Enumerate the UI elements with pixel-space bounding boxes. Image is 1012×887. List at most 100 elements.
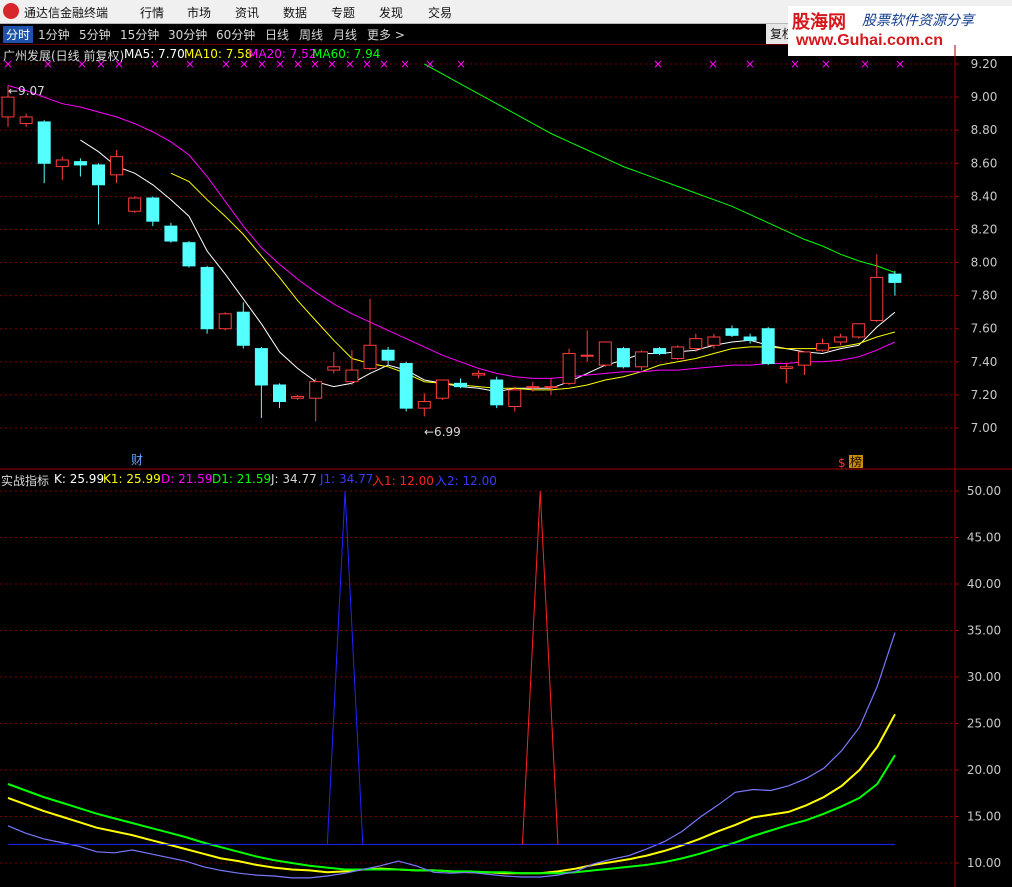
price-tick-label: 9.20 [971, 57, 998, 71]
candle-body-down [273, 384, 286, 403]
indicator-tick-label: 30.00 [967, 670, 1001, 684]
candle [761, 327, 775, 366]
candle [544, 378, 558, 395]
candle [146, 196, 160, 227]
j-label: J: 34.77 [271, 472, 317, 486]
ma10-label: MA10: 7.58 [184, 47, 253, 61]
candle [635, 350, 648, 371]
candle-body-up [345, 369, 359, 383]
indicator-tick-label: 25.00 [967, 717, 1001, 731]
candle [580, 330, 594, 362]
candle [55, 156, 69, 180]
candle [309, 378, 323, 422]
candle-body-up [128, 197, 142, 212]
candle-body-up [526, 386, 540, 389]
buy2-spike [326, 490, 364, 845]
price-tick-label: 8.00 [971, 256, 998, 270]
candle [816, 338, 829, 352]
indicator-tick-label: 45.00 [967, 531, 1001, 545]
candle [490, 376, 504, 409]
d-label: D: 21.59 [161, 472, 213, 486]
indicator-tick-label: 40.00 [967, 577, 1001, 591]
j1-label: J1: 34.77 [320, 472, 374, 486]
candle-body-down [743, 336, 757, 341]
candle [653, 346, 667, 356]
candle [508, 386, 522, 412]
price-tick-label: 8.20 [971, 222, 998, 236]
event-marker-cai: 财 [131, 453, 143, 467]
buy1-label: 入1: 12.00 [372, 474, 434, 488]
candle-body-down [454, 382, 467, 388]
candle [417, 393, 431, 417]
d1-label: D1: 21.59 [212, 472, 272, 486]
candle-body-up [218, 313, 232, 330]
candle [779, 363, 793, 384]
candle [254, 346, 268, 419]
candle-body-up [19, 116, 33, 125]
low-price-label: ←6.99 [424, 425, 461, 439]
event-marker-dollar: $ [838, 456, 846, 470]
candle-body-up [417, 401, 431, 409]
candle-body-up [580, 354, 594, 357]
candle-body-up [834, 336, 848, 343]
candle [218, 312, 232, 331]
price-tick-label: 7.80 [971, 289, 998, 303]
marker-x-icon: × [425, 57, 435, 71]
candle-body-up [508, 389, 522, 407]
price-tick-label: 8.40 [971, 189, 998, 203]
marker-x-icon: × [653, 57, 663, 71]
candle [852, 323, 866, 339]
candle-body-up [779, 366, 793, 369]
price-tick-label: 9.00 [971, 90, 998, 104]
candle-body-up [544, 386, 558, 389]
candle-body-up [291, 396, 305, 399]
price-tick-label: 8.60 [971, 156, 998, 170]
candle [110, 150, 124, 184]
ma-line-ma10 [170, 172, 896, 391]
candle [92, 163, 105, 225]
ma-line-ma60 [424, 63, 896, 273]
buy2-label: 入2: 12.00 [435, 474, 497, 488]
candle-body-up [435, 379, 449, 399]
marker-x-icon: × [895, 57, 905, 71]
candle-body-down [399, 362, 413, 409]
price-tick-label: 7.40 [971, 355, 998, 369]
candle-body-down [182, 242, 196, 267]
candle [345, 350, 359, 385]
candle-body-down [725, 328, 739, 336]
candle-body-down [254, 348, 268, 386]
candle [454, 378, 467, 389]
candle-body-down [490, 379, 504, 406]
candle [743, 333, 757, 344]
candle-body-up [110, 156, 124, 176]
candle-body-down [146, 197, 160, 222]
indicator-line-k [7, 713, 896, 875]
indicator-line-d [7, 754, 896, 875]
marker-x-icon: × [379, 57, 389, 71]
candle [381, 346, 395, 366]
candle-body-up [363, 344, 377, 369]
candle [472, 370, 486, 379]
ma60-label: MA60: 7.94 [312, 47, 381, 61]
candle [273, 383, 286, 409]
indicator-tick-label: 15.00 [967, 810, 1001, 824]
candle [363, 298, 377, 371]
price-tick-label: 7.60 [971, 322, 998, 336]
candle-body-up [635, 351, 648, 368]
ma20-label: MA20: 7.52 [248, 47, 317, 61]
candle [291, 394, 305, 400]
candle [598, 341, 612, 367]
candle [128, 196, 142, 213]
candle-body-up [309, 381, 323, 399]
candle [725, 325, 739, 337]
indicator-title: 实战指标 [1, 474, 50, 488]
price-panel-title: 广州发展(日线 前复权) [3, 49, 125, 63]
candle-body-up [707, 336, 721, 346]
candle [164, 222, 178, 243]
candle [19, 113, 33, 127]
candle [73, 158, 87, 177]
chart-canvas[interactable]: 9.20 9.00 8.80 8.60 8.40 8.20 8.00 7.80 7.60 7.40… [0, 0, 1012, 887]
marker-x-icon: × [456, 57, 466, 71]
candle [37, 120, 51, 184]
candle-body-up [55, 159, 69, 168]
